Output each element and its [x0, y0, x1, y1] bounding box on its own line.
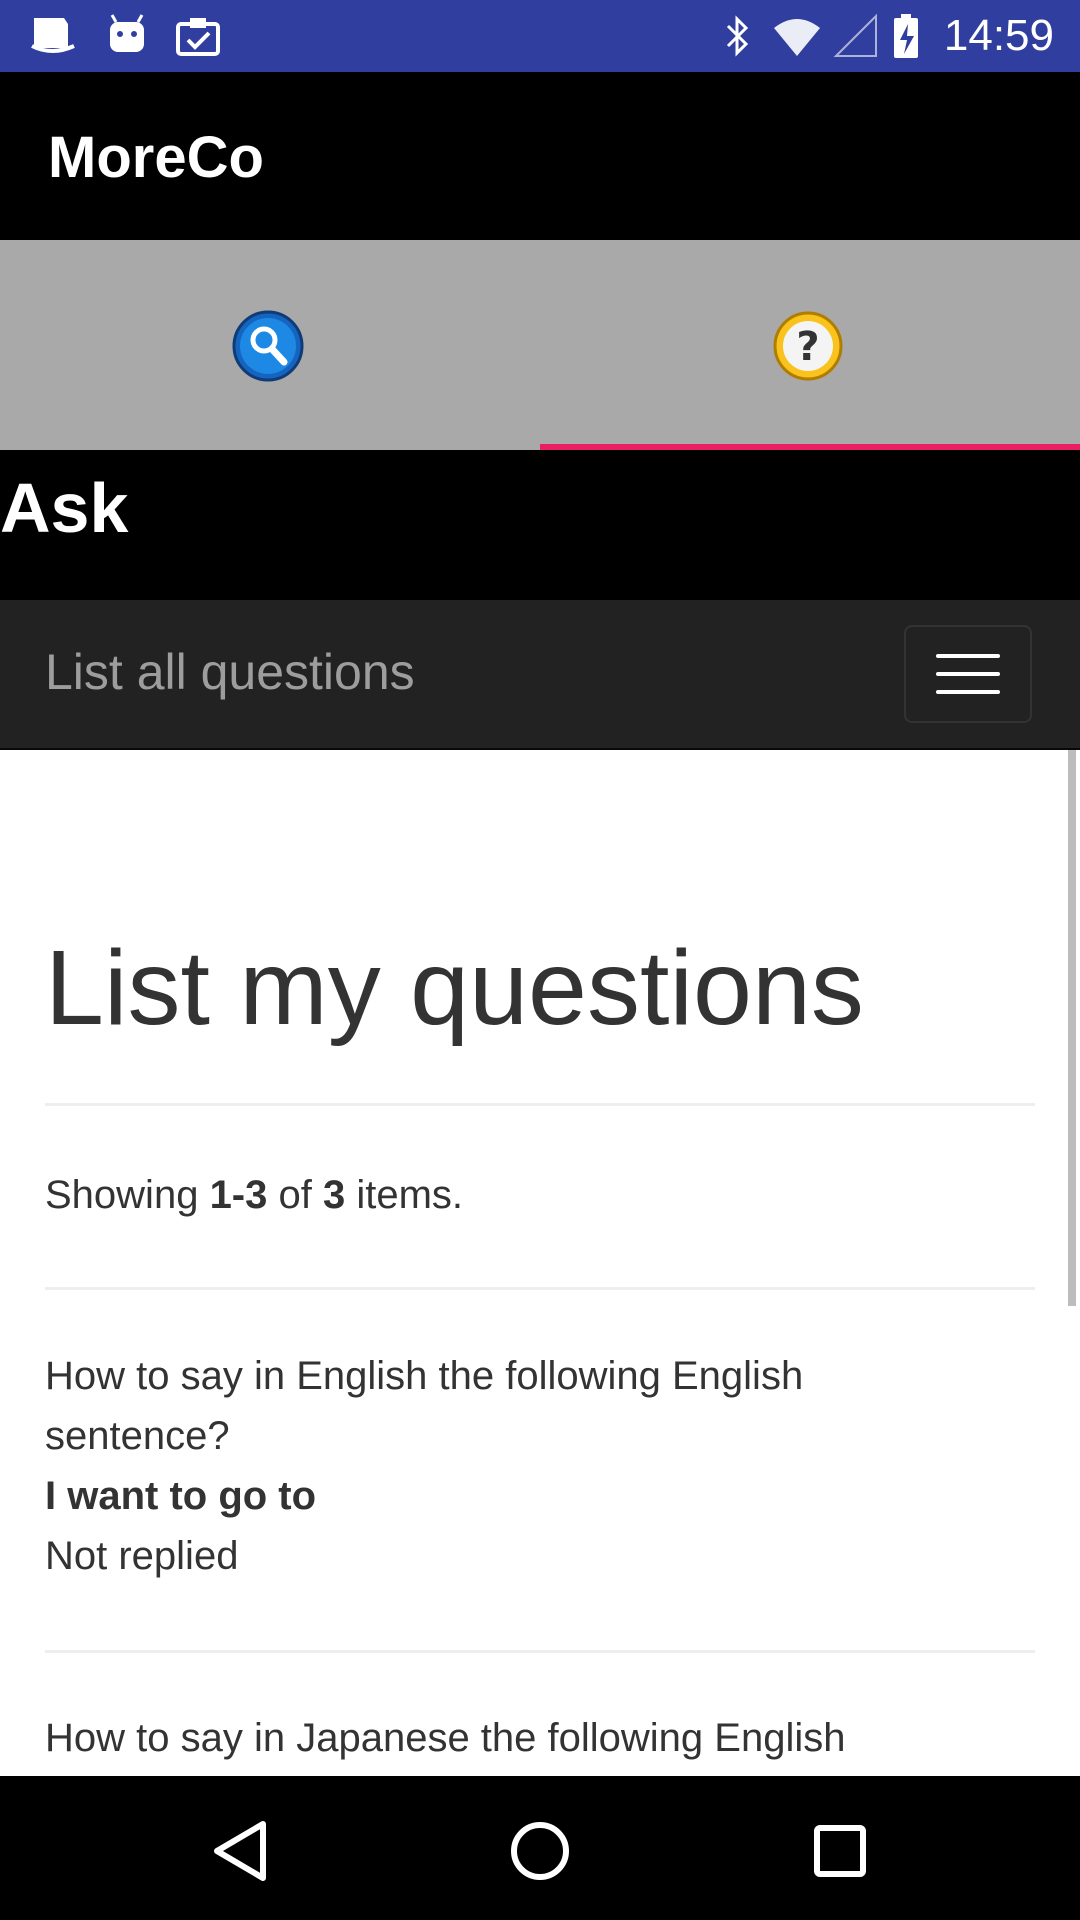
summary-mid: of [267, 1173, 323, 1217]
scrollbar-thumb[interactable] [1068, 750, 1076, 1306]
summary-suffix: items. [345, 1173, 464, 1217]
status-bar: 14:59 [0, 0, 1080, 72]
cell-signal-icon [833, 13, 877, 57]
tab-ask[interactable]: ? [540, 240, 1080, 450]
home-icon[interactable] [495, 1806, 585, 1896]
page-title: Ask [0, 469, 129, 547]
question-text: How to say in English the following Engl… [45, 1354, 804, 1458]
divider [45, 1287, 1035, 1290]
battery-charging-icon [894, 14, 918, 58]
question-sentence: I want to go to [45, 1474, 317, 1518]
question-icon: ? [773, 311, 843, 381]
content-area: List my questions Showing 1-3 of 3 items… [0, 750, 1080, 1776]
app-bar: MoreCo [0, 72, 1080, 240]
back-icon[interactable] [195, 1806, 285, 1896]
divider [45, 1103, 1035, 1106]
bluetooth-icon [726, 15, 749, 57]
wifi-icon [774, 19, 820, 56]
summary-total: 3 [322, 1173, 346, 1217]
navbar-brand-link[interactable]: List all questions [45, 642, 415, 702]
divider [45, 1650, 1035, 1653]
results-summary: Showing 1-3 of 3 items. [45, 1170, 463, 1220]
tab-search[interactable] [0, 240, 540, 450]
content-title: List my questions [45, 929, 864, 1047]
status-time: 14:59 [943, 11, 1054, 60]
svg-text:?: ? [796, 324, 819, 370]
files-icon [31, 18, 75, 53]
clipboard-check-icon [176, 18, 220, 56]
summary-range: 1-3 [209, 1173, 268, 1217]
list-item[interactable]: How to say in English the following Engl… [45, 1346, 985, 1586]
summary-prefix: Showing [45, 1173, 210, 1217]
app-title: MoreCo [48, 125, 264, 190]
search-icon [232, 310, 304, 382]
tab-bar: ? [0, 240, 1080, 450]
navbar: List all questions [0, 600, 1080, 750]
list-item[interactable]: How to say in Japanese the following Eng… [45, 1708, 985, 1768]
menu-toggle-button[interactable] [904, 625, 1032, 723]
question-status: Not replied [45, 1534, 239, 1578]
recents-icon[interactable] [795, 1806, 885, 1896]
page-header: Ask [0, 450, 1080, 600]
question-text: How to say in Japanese the following Eng… [45, 1716, 846, 1760]
android-icon [110, 14, 144, 52]
system-navigation-bar [0, 1776, 1080, 1920]
